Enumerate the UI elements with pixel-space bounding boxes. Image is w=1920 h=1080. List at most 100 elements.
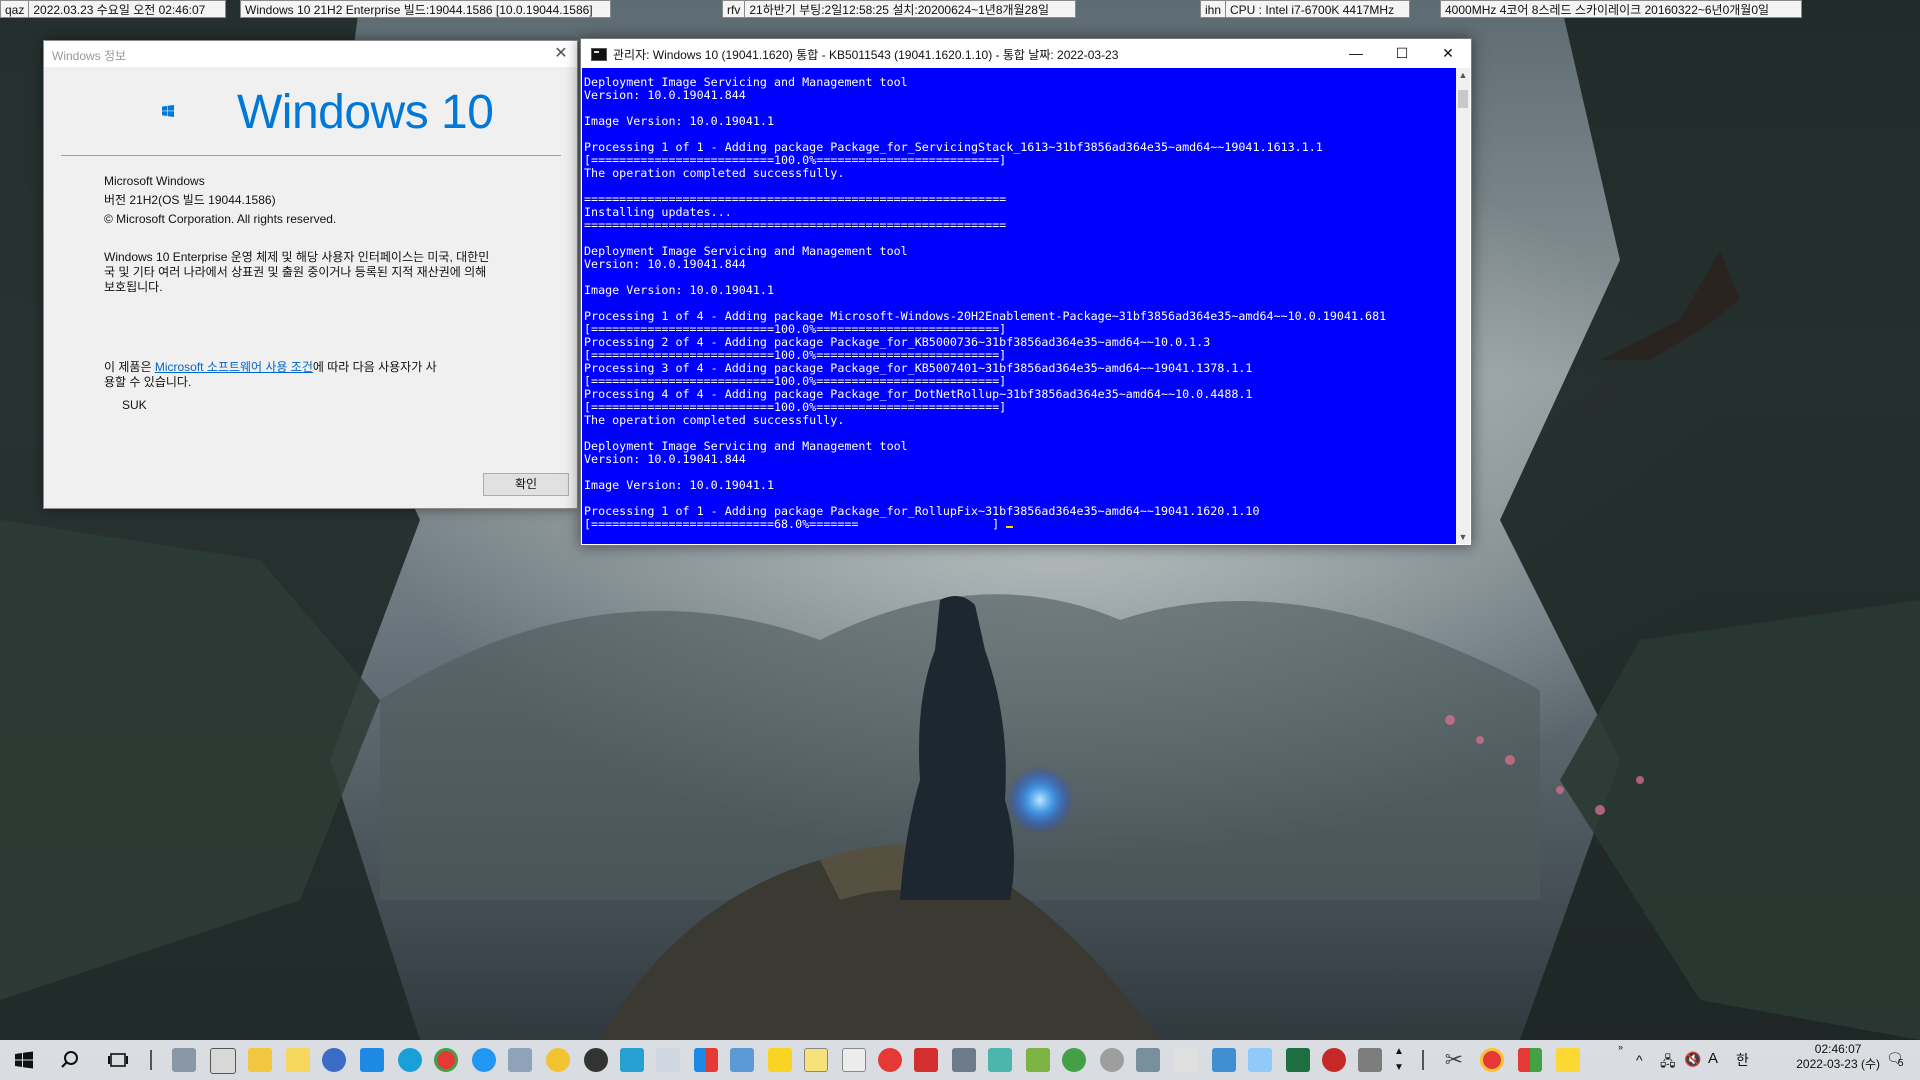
chevron-down-icon[interactable]: ▼ [1394,1062,1404,1073]
shield-icon[interactable] [694,1048,718,1072]
star-icon[interactable] [546,1048,570,1072]
app-icon-11[interactable] [1518,1048,1542,1072]
app-icon-10[interactable] [1358,1048,1382,1072]
taskbar: ▲ ▼ ✂ » ^ 🖧 🔇 A 한 02:46:07 2022-03-23 (수… [0,1040,1920,1080]
ok-button[interactable]: 확인 [483,473,569,496]
record-icon[interactable] [878,1048,902,1072]
gear-icon[interactable] [1212,1048,1236,1072]
info-label: rfv [723,1,746,17]
edit-icon[interactable] [842,1048,866,1072]
close-icon[interactable]: ✕ [551,44,571,64]
command-prompt-window: 관리자: Windows 10 (19041.1620) 통합 - KB5011… [580,38,1472,546]
media-icon[interactable] [584,1048,608,1072]
download-icon[interactable] [914,1048,938,1072]
trademark-notice-line: 보호됩니다. [104,280,163,294]
sync-icon[interactable] [1100,1048,1124,1072]
console-output[interactable]: Deployment Image Servicing and Managemen… [582,68,1457,544]
app-icon-2[interactable] [210,1048,236,1074]
console-line: Processing 1 of 4 - Adding package Micro… [584,309,1387,323]
potplayer-icon[interactable] [804,1048,828,1072]
console-line: Processing 3 of 4 - Adding package Packa… [584,361,1253,375]
chevron-up-icon[interactable]: ▲ [1394,1046,1404,1057]
virtualbox-icon[interactable] [620,1048,644,1072]
ime-mode-indicator[interactable]: A [1708,1050,1718,1067]
console-line: [==========================100.0%=======… [584,400,1007,414]
file-explorer-icon[interactable] [248,1048,272,1072]
task-view-icon[interactable] [106,1048,130,1072]
console-line: Image Version: 10.0.19041.1 [584,478,774,492]
player-icon[interactable] [768,1048,792,1072]
app-icon-12[interactable] [1556,1048,1580,1072]
scroll-thumb[interactable] [1458,90,1468,108]
about-windows-dialog: Windows 정보 ✕ Windows 10 Microsoft Window… [43,40,578,509]
scroll-down-icon[interactable]: ▼ [1456,530,1470,544]
console-line: [==========================100.0%=======… [584,322,1007,336]
console-line: [==========================100.0%=======… [584,153,1007,167]
clock-time: 02:46:07 [1814,1042,1862,1056]
ime-language-indicator[interactable]: 한 [1736,1050,1749,1070]
console-line: Deployment Image Servicing and Managemen… [584,244,908,258]
scissors-icon[interactable]: ✂ [1442,1048,1466,1072]
app-icon-4[interactable] [952,1048,976,1072]
chrome-icon[interactable] [1480,1048,1504,1072]
show-hidden-icons-chevron-up-icon[interactable]: ^ [1636,1052,1643,1068]
excel-icon[interactable] [1286,1048,1310,1072]
maximize-icon[interactable]: ☐ [1379,39,1425,68]
console-line: The operation completed successfully. [584,166,845,180]
info-segment-cpu-detail: 4000MHz 4코어 8스레드 스카이레이크 20160322~6년0개월0일 [1440,0,1802,18]
console-line: Deployment Image Servicing and Managemen… [584,75,908,89]
app-icon-7[interactable] [1136,1048,1160,1072]
os-build-text: Windows 10 21H2 Enterprise 빌드:19044.1586… [245,3,593,17]
datetime-text: 2022.03.23 수요일 오전 02:46:07 [33,3,206,17]
windows-logo-icon [162,105,174,117]
licensed-user: SUK [122,398,147,412]
globe-icon[interactable] [1062,1048,1086,1072]
console-line: Version: 10.0.19041.844 [584,452,746,466]
vertical-scrollbar[interactable]: ▲ ▼ [1456,68,1470,544]
search-icon[interactable] [58,1048,82,1072]
scroll-up-icon[interactable]: ▲ [1456,68,1470,82]
internet-explorer-icon[interactable] [472,1048,496,1072]
trademark-notice-line: Windows 10 Enterprise 운영 체제 및 해당 사용자 인터페… [104,250,490,264]
cube-icon[interactable] [508,1048,532,1072]
info-label: qaz [1,1,30,17]
volume-muted-icon[interactable]: 🔇 [1684,1051,1701,1068]
license-prefix: 이 제품은 [104,360,155,374]
document-icon[interactable] [1248,1048,1272,1072]
app-icon-6[interactable] [1026,1048,1050,1072]
console-line: [==========================100.0%=======… [584,348,1007,362]
system-info-bar: qaz 2022.03.23 수요일 오전 02:46:07 Windows 10… [0,0,1920,20]
console-line: The operation completed successfully. [584,413,845,427]
edge-icon[interactable] [398,1048,422,1072]
app-icon-8[interactable] [1174,1048,1198,1072]
version-text: 버전 21H2(OS 빌드 19044.1586) [104,193,276,207]
app-icon-3[interactable] [656,1048,680,1072]
network-icon[interactable]: 🖧 [1660,1051,1676,1075]
monitor-icon[interactable] [730,1048,754,1072]
info-label: ihn [1201,1,1227,17]
license-suffix: 에 따라 다음 사용자가 사 [312,360,437,374]
close-icon[interactable]: ✕ [1425,39,1471,68]
console-title: 관리자: Windows 10 (19041.1620) 통합 - KB5011… [613,48,1119,62]
app-icon-windows[interactable] [360,1048,384,1072]
license-terms-link[interactable]: Microsoft 소프트웨어 사용 조건 [155,360,313,374]
chrome-icon[interactable] [434,1048,458,1072]
info-icon[interactable] [322,1048,346,1072]
console-line: Version: 10.0.19041.844 [584,257,746,271]
start-icon[interactable] [12,1048,36,1072]
cpu-text: CPU : Intel i7-6700K 4417MHz [1230,3,1395,17]
app-icon-5[interactable] [988,1048,1012,1072]
info-segment-os: Windows 10 21H2 Enterprise 빌드:19044.1586… [240,0,611,18]
app-icon-1[interactable] [172,1048,196,1072]
dialog-titlebar[interactable]: Windows 정보 ✕ [44,41,577,67]
minimize-icon[interactable]: — [1333,39,1379,68]
console-titlebar[interactable]: 관리자: Windows 10 (19041.1620) 통합 - KB5011… [581,39,1471,68]
product-name: Microsoft Windows [104,174,205,188]
divider [61,155,561,156]
taskbar-clock[interactable]: 02:46:07 2022-03-23 (수) [1796,1042,1880,1072]
info-segment-uptime: rfv 21하반기 부팅:2일12:58:25 설치:20200624~1년8개월… [722,0,1076,18]
app-icon-9[interactable] [1322,1048,1346,1072]
overflow-icon[interactable]: » [1618,1042,1623,1052]
console-line: Image Version: 10.0.19041.1 [584,283,774,297]
notes-icon[interactable] [286,1048,310,1072]
